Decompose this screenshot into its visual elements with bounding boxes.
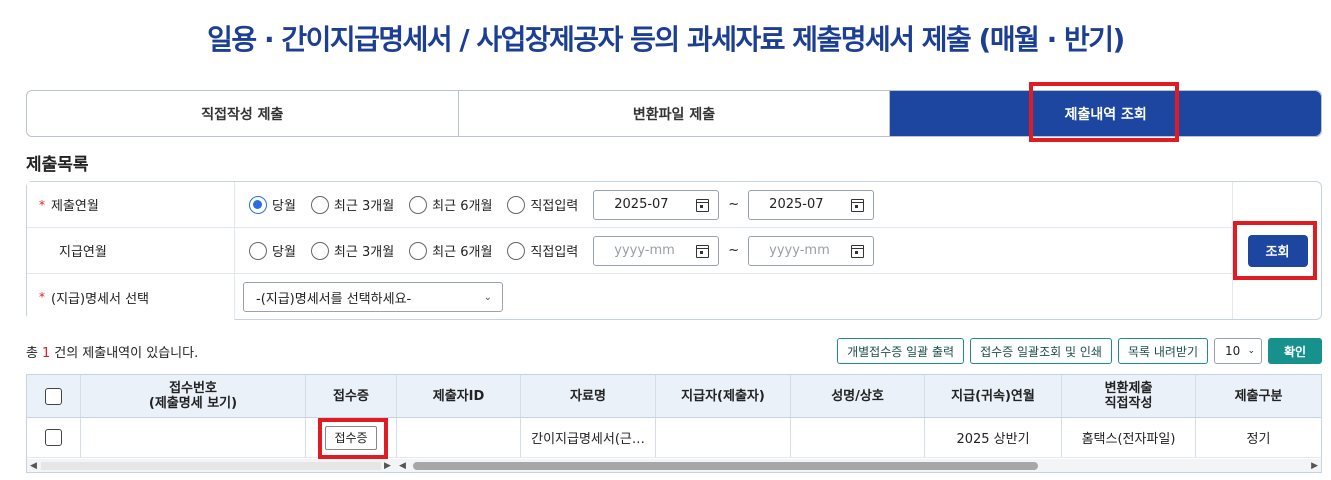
search-filter-panel: * 제출연월 당월 최근 3개월 최근 6개월 직접입력 2025-07 ~ 2… bbox=[26, 181, 1322, 320]
filter-label-statement: * (지급)명세서 선택 bbox=[27, 274, 235, 320]
download-list-button[interactable]: 목록 내려받기 bbox=[1117, 338, 1208, 364]
col-pay-month: 지급(귀속)연월 bbox=[925, 375, 1062, 417]
radio-unchecked-icon bbox=[249, 241, 267, 260]
required-mark: * bbox=[39, 197, 45, 212]
select-all-checkbox[interactable] bbox=[45, 387, 62, 405]
filter-row-pay-month: 지급연월 당월 최근 3개월 최근 6개월 직접입력 yyyy-mm ~ yyy… bbox=[27, 228, 1232, 274]
radio-direct-input[interactable]: 직접입력 bbox=[507, 241, 578, 260]
radio-unchecked-icon bbox=[507, 241, 526, 260]
radio-current-month[interactable]: 당월 bbox=[249, 195, 296, 214]
tab-file-submit[interactable]: 변환파일 제출 bbox=[458, 91, 891, 136]
filter-row-submit-month: * 제출연월 당월 최근 3개월 최근 6개월 직접입력 2025-07 ~ 2… bbox=[27, 182, 1232, 228]
page-title: 일용 · 간이지급명세서 / 사업장제공자 등의 과세자료 제출명세서 제출 (… bbox=[207, 23, 1125, 56]
col-payer: 지급자(제출자) bbox=[656, 375, 791, 417]
radio-unchecked-icon bbox=[409, 195, 428, 214]
cell-submitter-id bbox=[397, 418, 521, 457]
col-submitter-id: 제출자ID bbox=[397, 375, 521, 417]
statement-select[interactable]: -(지급)명세서를 선택하세요- ⌄ bbox=[243, 282, 503, 312]
highlight-box-search bbox=[1233, 221, 1317, 280]
radio-last-6-months[interactable]: 최근 6개월 bbox=[409, 195, 492, 214]
col-receipt-no[interactable]: 접수번호 (제출명세 보기) bbox=[81, 375, 306, 417]
cell-payer bbox=[656, 418, 791, 457]
row-select-cell bbox=[27, 418, 81, 457]
cell-receipt-no[interactable] bbox=[81, 418, 306, 457]
submission-table: 접수번호 (제출명세 보기) 접수증 제출자ID 자료명 지급자(제출자) 성명… bbox=[26, 374, 1322, 473]
radio-last-6-months[interactable]: 최근 6개월 bbox=[409, 241, 492, 260]
confirm-button[interactable]: 확인 bbox=[1268, 338, 1322, 364]
calendar-icon[interactable] bbox=[851, 244, 865, 258]
tab-direct-submit[interactable]: 직접작성 제출 bbox=[27, 91, 459, 136]
calendar-icon[interactable] bbox=[696, 198, 710, 212]
col-submit-type: 제출구분 bbox=[1234, 388, 1283, 404]
row-checkbox[interactable] bbox=[45, 429, 62, 446]
filter-label-pay-month: 지급연월 bbox=[27, 228, 235, 273]
submit-month-from-input[interactable]: 2025-07 bbox=[593, 189, 720, 220]
cell-pay-month: 2025 상반기 bbox=[925, 418, 1062, 457]
range-separator: ~ bbox=[728, 197, 740, 212]
horizontal-scrollbar[interactable]: ◀ ▶ ◀ ▶ bbox=[27, 459, 1321, 472]
cell-submit-type: 정기 bbox=[1246, 432, 1271, 447]
chevron-down-icon: ⌄ bbox=[1247, 346, 1255, 356]
cell-method: 홈택스(전자파일) bbox=[1062, 418, 1196, 457]
cell-data-name: 간이지급명세서(근… bbox=[521, 418, 656, 457]
scroll-right-icon[interactable]: ▶ bbox=[384, 461, 391, 471]
radio-unchecked-icon bbox=[310, 241, 329, 260]
range-separator: ~ bbox=[728, 243, 740, 258]
scroll-thumb[interactable] bbox=[413, 462, 1038, 470]
list-toolbar: 개별접수증 일괄 출력 접수증 일괄조회 및 인쇄 목록 내려받기 10 ⌄ 확인 bbox=[831, 338, 1322, 364]
pay-month-from-input[interactable]: yyyy-mm bbox=[593, 235, 720, 266]
filter-label-submit-month: * 제출연월 bbox=[27, 182, 235, 227]
highlight-box-receipt bbox=[318, 418, 388, 459]
pay-month-to-input[interactable]: yyyy-mm bbox=[748, 235, 875, 266]
col-name: 성명/상호 bbox=[791, 375, 925, 417]
radio-unchecked-icon bbox=[409, 241, 428, 260]
table-header: 접수번호 (제출명세 보기) 접수증 제출자ID 자료명 지급자(제출자) 성명… bbox=[27, 375, 1321, 418]
radio-current-month[interactable]: 당월 bbox=[249, 241, 296, 260]
radio-last-3-months[interactable]: 최근 3개월 bbox=[310, 241, 394, 260]
radio-direct-input[interactable]: 직접입력 bbox=[507, 195, 578, 214]
filter-row-statement: * (지급)명세서 선택 -(지급)명세서를 선택하세요- ⌄ bbox=[27, 274, 1232, 320]
scroll-left-icon[interactable]: ◀ bbox=[399, 461, 406, 471]
bulk-receipt-view-print-button[interactable]: 접수증 일괄조회 및 인쇄 bbox=[970, 338, 1112, 364]
radio-last-3-months[interactable]: 최근 3개월 bbox=[310, 195, 394, 214]
radio-unchecked-icon bbox=[507, 195, 526, 214]
chevron-down-icon: ⌄ bbox=[483, 292, 492, 303]
cell-name bbox=[791, 418, 925, 457]
result-count-text: 총 1 건의 제출내역이 있습니다. bbox=[26, 346, 199, 361]
result-count: 1 bbox=[41, 346, 51, 361]
individual-receipt-print-button[interactable]: 개별접수증 일괄 출력 bbox=[837, 338, 965, 364]
col-receipt: 접수증 bbox=[306, 375, 397, 417]
col-method: 변환제출 직접작성 bbox=[1062, 375, 1196, 417]
page-size-select[interactable]: 10 ⌄ bbox=[1214, 338, 1262, 364]
radio-checked-icon bbox=[249, 195, 267, 214]
submit-month-to-input[interactable]: 2025-07 bbox=[748, 189, 875, 220]
table-row: 접수증 간이지급명세서(근… 2025 상반기 홈택스(전자파일) 정기 bbox=[27, 418, 1321, 458]
section-title: 제출목록 bbox=[26, 155, 89, 175]
select-all-cell bbox=[27, 375, 81, 417]
calendar-icon[interactable] bbox=[851, 198, 865, 212]
radio-unchecked-icon bbox=[310, 195, 329, 214]
highlight-box-tab bbox=[1029, 82, 1179, 142]
frozen-scroll-track bbox=[41, 462, 381, 470]
scroll-left-icon[interactable]: ◀ bbox=[30, 461, 37, 471]
calendar-icon[interactable] bbox=[696, 244, 710, 258]
required-mark: * bbox=[39, 290, 45, 304]
scroll-right-icon[interactable]: ▶ bbox=[1311, 461, 1318, 471]
col-data-name: 자료명 bbox=[521, 375, 656, 417]
